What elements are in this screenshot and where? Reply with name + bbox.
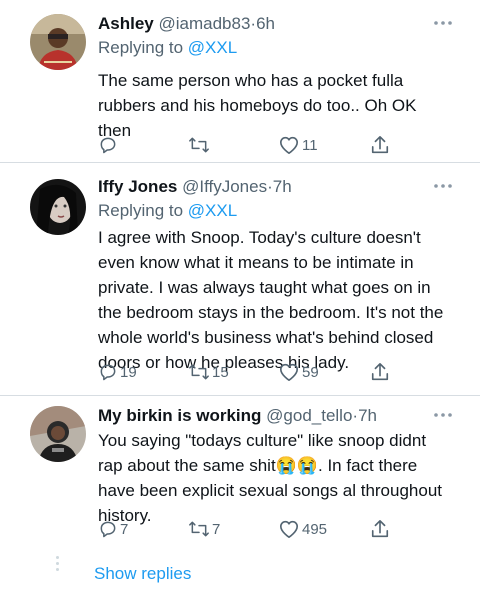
replying-to-label: Replying to	[98, 201, 184, 220]
replying-to-label: Replying to	[98, 38, 184, 57]
reply-icon	[100, 364, 116, 381]
share-button[interactable]	[370, 516, 390, 542]
tweet-text: You saying "todays culture" like snoop d…	[98, 428, 454, 528]
reply-button[interactable]: 7	[98, 516, 128, 542]
retweet-icon	[189, 137, 209, 153]
replying-to-handle[interactable]: @XXL	[188, 38, 237, 57]
like-count: 495	[302, 520, 328, 538]
more-icon[interactable]	[432, 404, 454, 426]
thread-dots	[56, 556, 60, 574]
reply-button[interactable]	[98, 132, 120, 158]
show-replies-link[interactable]: Show replies	[94, 562, 191, 586]
like-count: 11	[302, 136, 318, 154]
more-icon[interactable]	[432, 175, 454, 197]
author-name[interactable]: Iffy Jones	[98, 177, 177, 196]
replying-to-handle[interactable]: @XXL	[188, 201, 237, 220]
like-icon	[280, 520, 298, 538]
author-name[interactable]: My birkin is working	[98, 406, 261, 425]
reply-icon	[100, 137, 116, 154]
avatar[interactable]	[30, 179, 86, 235]
tweet-iffy-jones[interactable]: Iffy Jones @IffyJones·7h Replying to @XX…	[0, 163, 480, 395]
retweet-count: 7	[212, 520, 221, 538]
retweet-button[interactable]: 7	[188, 516, 220, 542]
like-button[interactable]: 11	[278, 132, 318, 158]
retweet-icon	[189, 364, 209, 380]
avatar-image	[30, 179, 86, 235]
replying-to: Replying to @XXL	[98, 36, 454, 60]
retweet-button[interactable]: 15	[188, 359, 229, 385]
share-icon	[371, 363, 389, 381]
like-icon	[280, 363, 298, 381]
reply-button[interactable]: 19	[98, 359, 137, 385]
timestamp[interactable]: 7h	[358, 406, 377, 425]
like-button[interactable]: 495	[278, 516, 327, 542]
more-icon[interactable]	[432, 12, 454, 34]
tweet-ashley[interactable]: Ashley @iamadb83·6h Replying to @XXL The…	[0, 0, 480, 162]
share-icon	[371, 520, 389, 538]
avatar[interactable]	[30, 14, 86, 70]
retweet-button[interactable]	[188, 132, 212, 158]
reply-count: 7	[120, 520, 129, 538]
avatar[interactable]	[30, 406, 86, 462]
share-button[interactable]	[370, 359, 390, 385]
author-name[interactable]: Ashley	[98, 14, 154, 33]
tweet-text: I agree with Snoop. Today's culture does…	[98, 228, 444, 372]
retweet-icon	[189, 521, 209, 537]
tweet-god-tello[interactable]: My birkin is working @god_tello·7h You s…	[0, 396, 480, 546]
like-button[interactable]: 59	[278, 359, 319, 385]
crying-emoji: 😭😭	[275, 456, 319, 475]
timestamp[interactable]: 7h	[273, 177, 292, 196]
reply-icon	[100, 521, 116, 538]
author-handle[interactable]: @IffyJones	[182, 177, 267, 196]
share-button[interactable]	[370, 132, 390, 158]
avatar-image	[30, 406, 86, 462]
like-icon	[280, 136, 298, 154]
reply-count: 19	[120, 363, 137, 381]
avatar-image	[30, 14, 86, 70]
timestamp[interactable]: 6h	[256, 14, 275, 33]
share-icon	[371, 136, 389, 154]
author-handle[interactable]: @god_tello	[266, 406, 352, 425]
retweet-count: 15	[212, 363, 229, 381]
like-count: 59	[302, 363, 319, 381]
replying-to: Replying to @XXL	[98, 199, 454, 223]
author-handle[interactable]: @iamadb83	[158, 14, 250, 33]
